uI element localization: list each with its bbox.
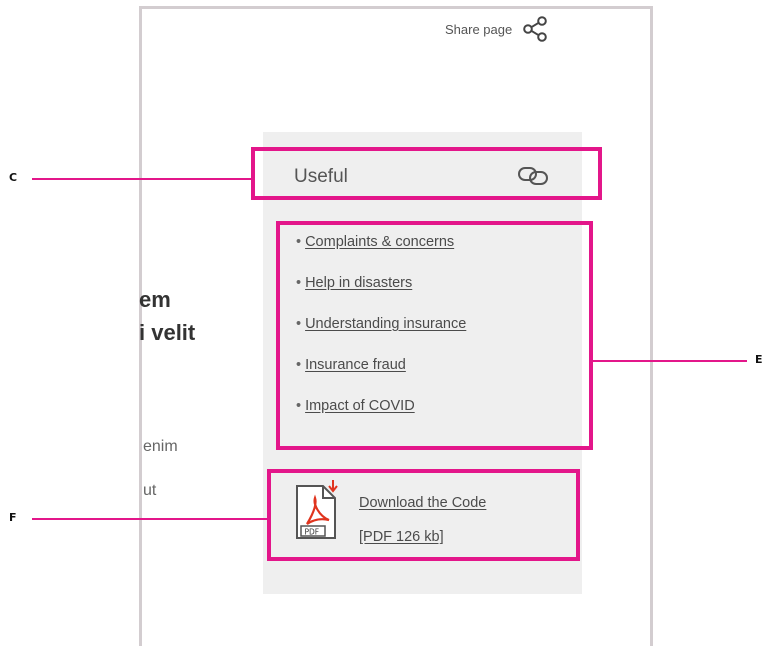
annotation-box-f bbox=[267, 469, 580, 561]
heading-fragment-1: em bbox=[139, 287, 171, 312]
annotation-box-e bbox=[276, 221, 593, 450]
annotation-box-c bbox=[251, 147, 602, 200]
annotation-label-e: E bbox=[755, 353, 763, 366]
annotation-line-c bbox=[32, 178, 252, 180]
share-page-control[interactable]: Share page bbox=[445, 14, 548, 44]
paragraph-fragment-1: enim bbox=[143, 438, 178, 455]
paragraph-fragment-2: ut bbox=[143, 482, 157, 499]
annotation-line-f bbox=[32, 518, 268, 520]
annotation-label-c: C bbox=[9, 171, 18, 184]
heading-fragment-2: i velit bbox=[139, 320, 196, 345]
share-icon[interactable] bbox=[522, 16, 548, 42]
share-page-label: Share page bbox=[445, 21, 513, 37]
annotation-label-f: F bbox=[9, 511, 17, 524]
annotation-line-e bbox=[592, 360, 747, 362]
